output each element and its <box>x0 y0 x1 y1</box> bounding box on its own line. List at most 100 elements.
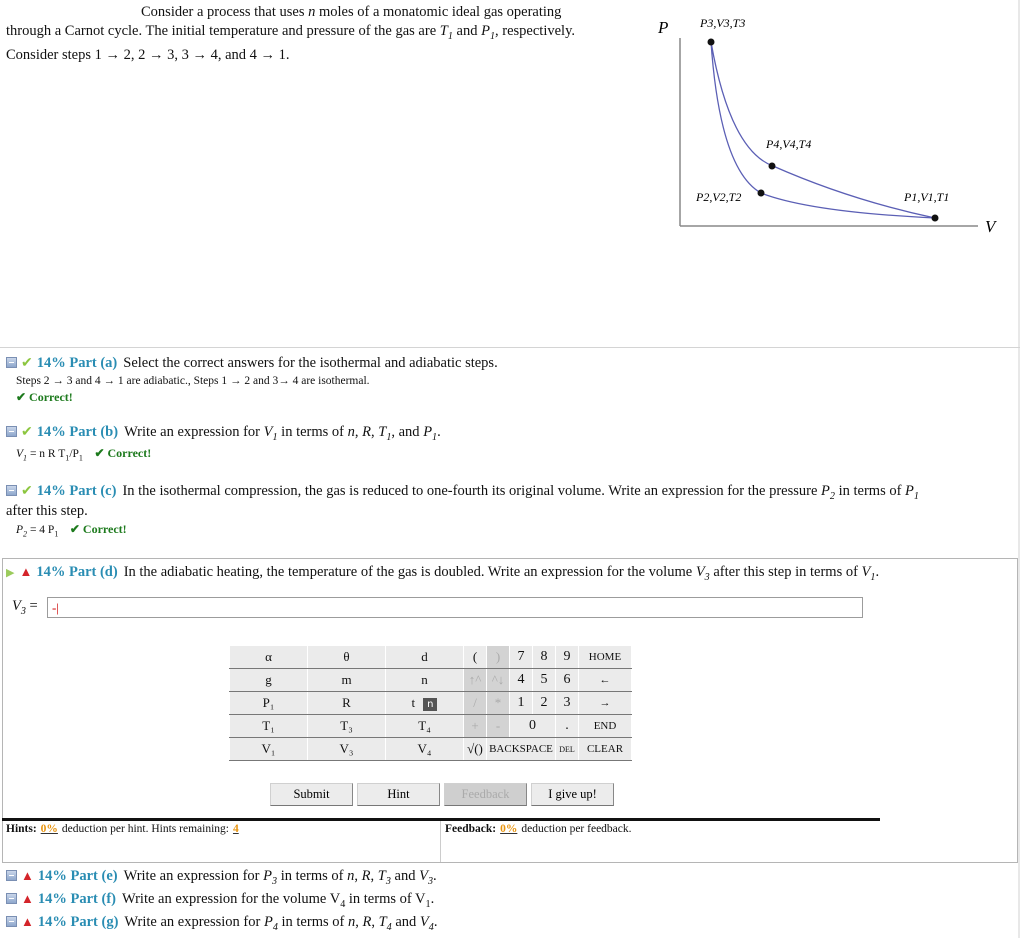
collapse-icon[interactable] <box>6 916 17 927</box>
action-buttons: Submit Hint Feedback I give up! <box>270 783 614 806</box>
key-6[interactable]: 6 <box>555 668 579 692</box>
tooltip: n <box>423 697 438 711</box>
key-close-paren[interactable]: ) <box>486 645 510 669</box>
key-1[interactable]: 1 <box>509 691 533 715</box>
key-v4[interactable]: V₄ <box>385 737 464 761</box>
key-g[interactable]: g <box>229 668 308 692</box>
hints-remaining: 4 <box>232 823 239 835</box>
key-del[interactable]: DEL <box>555 737 579 761</box>
part-e-header: ▲ 14% Part (e) Write an expression for P3 … <box>6 868 437 887</box>
point-1 <box>931 214 939 222</box>
key-5[interactable]: 5 <box>532 668 556 692</box>
part-c-label[interactable]: 14% Part (c) <box>37 483 117 499</box>
part-g-question: Write an expression for P4 in terms of n… <box>124 914 438 933</box>
key-left-arrow[interactable]: ← <box>578 668 632 692</box>
collapse-icon[interactable] <box>6 485 17 496</box>
key-d[interactable]: d <box>385 645 464 669</box>
keypad: α θ d ( ) 7 8 9 HOME g m n ↑^ ^↓ 4 5 6 ←… <box>229 645 632 761</box>
key-multiply[interactable]: * <box>486 691 510 715</box>
feedback-deduction: 0% <box>500 823 518 835</box>
answer-input[interactable] <box>47 597 863 618</box>
key-3[interactable]: 3 <box>555 691 579 715</box>
key-divide[interactable]: / <box>463 691 487 715</box>
key-clear[interactable]: CLEAR <box>578 737 632 761</box>
hint-deduction: 0% <box>40 823 58 835</box>
key-t3[interactable]: T₃ <box>307 714 386 738</box>
isotherm-high <box>710 41 936 219</box>
intro-line-1: Consider a process that uses n moles of … <box>141 4 562 20</box>
point-4-label: P4,V4,T4 <box>765 137 811 151</box>
key-backspace[interactable]: BACKSPACE <box>486 737 556 761</box>
key-end[interactable]: END <box>578 714 632 738</box>
hint-button[interactable]: Hint <box>357 783 440 806</box>
key-alpha[interactable]: α <box>229 645 308 669</box>
key-4[interactable]: 4 <box>509 668 533 692</box>
part-a-header: ✔ 14% Part (a) Select the correct answers … <box>6 355 498 372</box>
hints-feedback-panel: Hints: 0% deduction per hint. Hints remain… <box>2 821 880 862</box>
feedback-button[interactable]: Feedback <box>444 783 527 806</box>
collapse-icon[interactable] <box>6 870 17 881</box>
give-up-button[interactable]: I give up! <box>531 783 614 806</box>
point-2 <box>757 189 765 197</box>
part-d-label[interactable]: 14% Part (d) <box>36 564 117 580</box>
part-b-answer: V1 = n R T1/P1 ✔ Correct! <box>16 446 152 463</box>
key-t[interactable]: tn <box>385 691 464 715</box>
key-minus[interactable]: - <box>486 714 510 738</box>
collapse-icon[interactable] <box>6 893 17 904</box>
key-v1[interactable]: V₁ <box>229 737 308 761</box>
part-c-question: In the isothermal compression, the gas i… <box>122 483 919 502</box>
key-t4[interactable]: T₄ <box>385 714 464 738</box>
hints-info: Hints: 0% deduction per hint. Hints remain… <box>2 821 441 862</box>
key-2[interactable]: 2 <box>532 691 556 715</box>
point-1-label: P1,V1,T1 <box>903 190 949 204</box>
key-right-arrow[interactable]: → <box>578 691 632 715</box>
key-decimal[interactable]: . <box>555 714 579 738</box>
axis-label-p: P <box>657 18 668 37</box>
key-superscript-up[interactable]: ↑^ <box>463 668 487 692</box>
part-f-question: Write an expression for the volume V4 in… <box>121 891 435 910</box>
key-p1[interactable]: P₁ <box>229 691 308 715</box>
key-r[interactable]: R <box>307 691 386 715</box>
submit-button[interactable]: Submit <box>270 783 353 806</box>
part-b-label[interactable]: 14% Part (b) <box>37 424 118 440</box>
warning-icon: ▲ <box>21 914 34 929</box>
intro-line-2: through a Carnot cycle. The initial temp… <box>6 23 575 42</box>
key-n[interactable]: n <box>385 668 464 692</box>
key-sqrt[interactable]: √() <box>463 737 487 761</box>
axis-label-v: V <box>985 217 998 236</box>
key-t1[interactable]: T₁ <box>229 714 308 738</box>
adiabat-2-3 <box>710 41 762 194</box>
part-c-header: ✔ 14% Part (c) In the isothermal compressi… <box>6 483 919 502</box>
key-v3[interactable]: V₃ <box>307 737 386 761</box>
expand-arrow-icon[interactable]: ▶ <box>6 567 14 579</box>
intro-line-3: Consider steps 1 → 2, 2 → 3, 3 → 4, and … <box>6 46 290 63</box>
part-a-answer: Steps 2 → 3 and 4 → 1 are adiabatic., St… <box>16 375 370 387</box>
section-divider <box>0 347 1020 348</box>
key-0[interactable]: 0 <box>509 714 556 738</box>
key-theta[interactable]: θ <box>307 645 386 669</box>
collapse-icon[interactable] <box>6 357 17 368</box>
key-home[interactable]: HOME <box>578 645 632 669</box>
part-e-label[interactable]: 14% Part (e) <box>38 868 118 884</box>
key-7[interactable]: 7 <box>509 645 533 669</box>
key-open-paren[interactable]: ( <box>463 645 487 669</box>
collapse-icon[interactable] <box>6 426 17 437</box>
point-3 <box>707 38 715 46</box>
key-9[interactable]: 9 <box>555 645 579 669</box>
part-b-header: ✔ 14% Part (b) Write an expression for V1 … <box>6 424 441 443</box>
part-a-label[interactable]: 14% Part (a) <box>37 355 118 371</box>
problem-statement: Consider a process that uses n moles of … <box>6 3 636 65</box>
check-icon: ✔ <box>21 356 33 371</box>
part-e-question: Write an expression for P3 in terms of n… <box>123 868 437 887</box>
key-plus[interactable]: + <box>463 714 487 738</box>
key-m[interactable]: m <box>307 668 386 692</box>
point-4 <box>768 162 776 170</box>
part-a-question: Select the correct answers for the isoth… <box>123 355 498 371</box>
part-d-header: ▶ ▲ 14% Part (d) In the adiabatic heating, … <box>6 564 879 583</box>
key-8[interactable]: 8 <box>532 645 556 669</box>
warning-icon: ▲ <box>21 891 34 906</box>
key-superscript-down[interactable]: ^↓ <box>486 668 510 692</box>
part-a-status: ✔ Correct! <box>16 390 73 404</box>
part-f-label[interactable]: 14% Part (f) <box>38 891 116 907</box>
part-g-label[interactable]: 14% Part (g) <box>38 914 119 930</box>
